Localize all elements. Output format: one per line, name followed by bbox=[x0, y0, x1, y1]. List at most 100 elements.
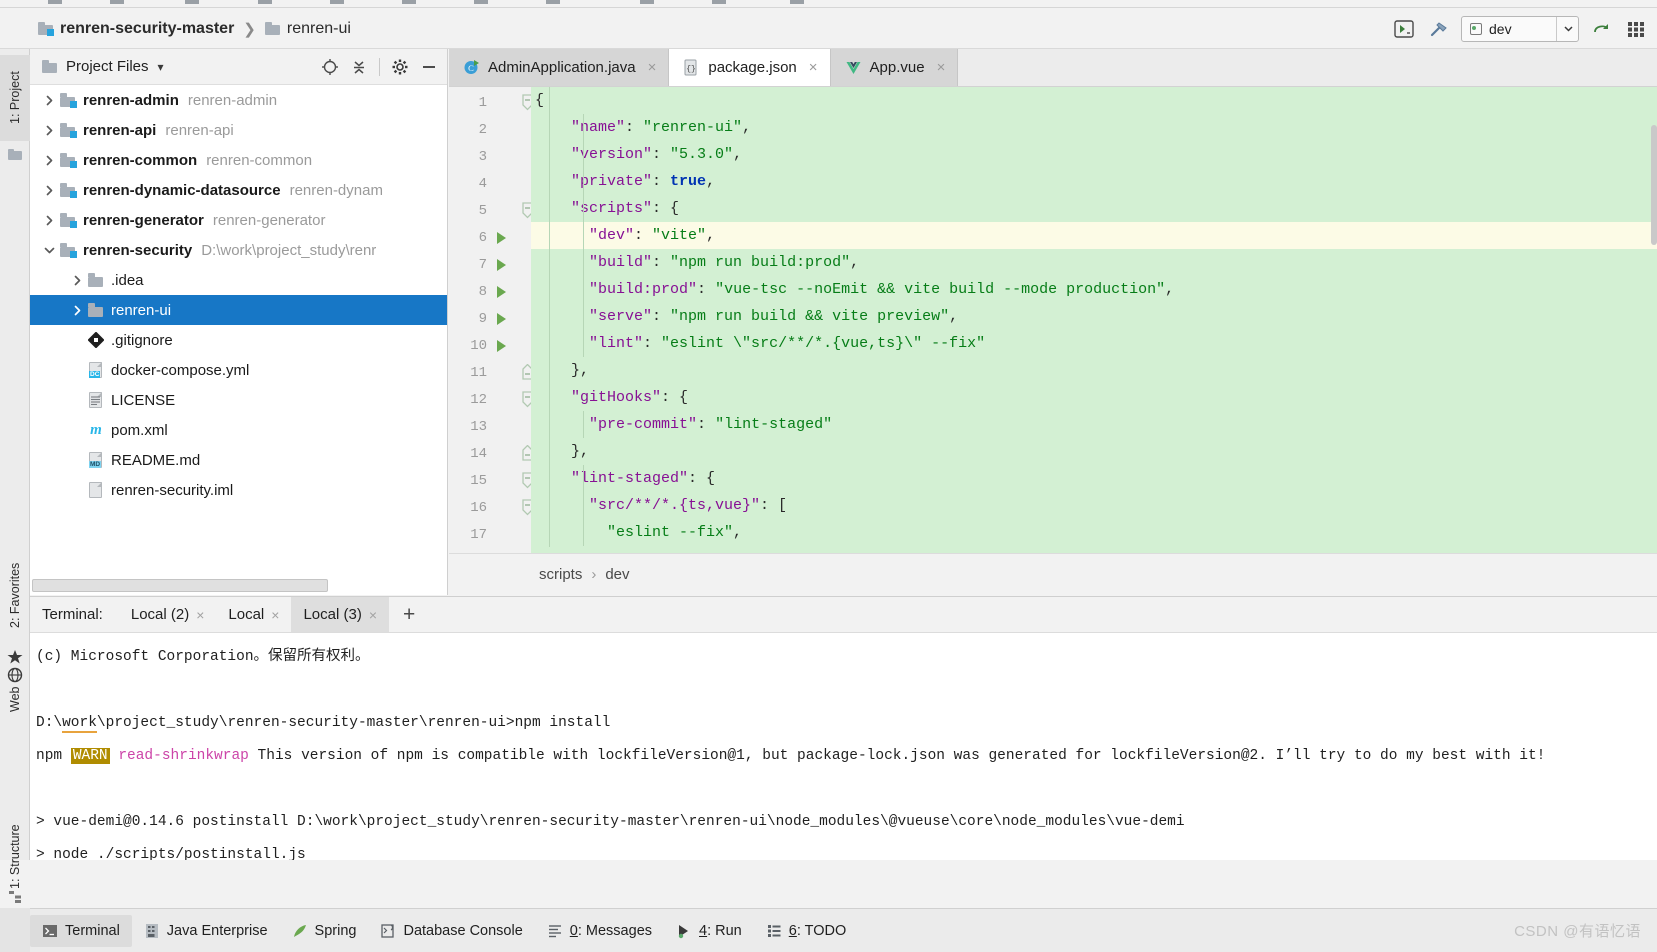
favorites-star-icon[interactable] bbox=[7, 649, 23, 665]
markdown-icon: MD bbox=[88, 452, 104, 468]
status-bar-left-stub bbox=[0, 908, 30, 952]
gutter-run-icon[interactable] bbox=[493, 338, 509, 354]
terminal-output[interactable]: (c) Microsoft Corporation。保留所有权利。 D:\work… bbox=[30, 633, 1657, 860]
code-token: , bbox=[733, 146, 743, 163]
tree-row[interactable]: renren-security.iml bbox=[30, 475, 447, 505]
terminal-scrollbar[interactable] bbox=[1649, 633, 1657, 860]
settings-grid-icon[interactable] bbox=[1623, 16, 1649, 42]
gutter-run-icon[interactable] bbox=[493, 257, 509, 273]
status-bar-item-java-enterprise[interactable]: Java Enterprise bbox=[132, 915, 280, 947]
terminal-tab-local-2-[interactable]: Local (2) × bbox=[119, 597, 217, 632]
gutter-run-icon[interactable] bbox=[493, 230, 509, 246]
tree-row[interactable]: DC docker-compose.yml bbox=[30, 355, 447, 385]
project-view-dropdown-icon[interactable]: ▾ bbox=[158, 60, 164, 74]
tree-row-label: docker-compose.yml bbox=[111, 361, 250, 379]
gutter-run-icon[interactable] bbox=[493, 284, 509, 300]
code-token: { bbox=[535, 92, 545, 109]
toolbar-cutoff-strip bbox=[0, 0, 1657, 8]
editor-breadcrumb-scripts[interactable]: scripts bbox=[539, 566, 582, 583]
folder-icon bbox=[88, 273, 104, 287]
project-tree-horizontal-scrollbar[interactable] bbox=[32, 579, 328, 592]
terminal-add-tab-button[interactable]: + bbox=[389, 597, 429, 632]
status-bar-item-6-todo[interactable]: 6: TODO bbox=[754, 915, 859, 947]
editor-tab-close-icon[interactable]: × bbox=[648, 59, 657, 76]
status-bar-item-spring[interactable]: Spring bbox=[280, 915, 369, 947]
gutter-line-number: 10 bbox=[470, 338, 487, 354]
terminal-tab-close-icon[interactable]: × bbox=[271, 607, 279, 623]
tree-row[interactable]: renren-common renren-common bbox=[30, 145, 447, 175]
settings-gear-icon[interactable] bbox=[388, 55, 412, 79]
editor-tab-close-icon[interactable]: × bbox=[937, 59, 946, 76]
code-line: "gitHooks": { bbox=[531, 384, 1657, 411]
select-opened-file-icon[interactable] bbox=[318, 55, 342, 79]
sidebar-item-favorites[interactable]: 2: Favorites bbox=[0, 539, 30, 651]
code-token: "5.3.0" bbox=[670, 146, 734, 163]
tree-twisty-collapsed[interactable] bbox=[66, 305, 88, 316]
tree-row[interactable]: .idea bbox=[30, 265, 447, 295]
build-hammer-icon[interactable] bbox=[1426, 16, 1452, 42]
tree-twisty-collapsed[interactable] bbox=[38, 125, 60, 136]
code-token: "npm run build && vite preview" bbox=[670, 308, 950, 325]
status-bar-item-database-console[interactable]: Database Console bbox=[368, 915, 534, 947]
status-bar-item-4-run[interactable]: 4: Run bbox=[664, 915, 754, 947]
run-configuration-selector[interactable]: dev bbox=[1461, 15, 1579, 42]
project-tree[interactable]: renren-admin renren-admin renren-api renren… bbox=[30, 85, 447, 573]
tree-twisty-collapsed[interactable] bbox=[38, 155, 60, 166]
code-line: }, bbox=[531, 357, 1657, 384]
structure-icon[interactable] bbox=[7, 889, 23, 905]
tree-row[interactable]: renren-dynamic-datasource renren-dynam bbox=[30, 175, 447, 205]
module-folder-icon bbox=[60, 243, 77, 258]
gutter-line-number: 1 bbox=[478, 95, 487, 111]
editor-tab-package-json[interactable]: {} package.json × bbox=[669, 49, 831, 86]
hide-panel-icon[interactable] bbox=[417, 55, 441, 79]
web-globe-icon[interactable] bbox=[7, 667, 23, 683]
terminal-tab-close-icon[interactable]: × bbox=[369, 607, 377, 623]
terminal-tab-close-icon[interactable]: × bbox=[196, 607, 204, 623]
redo-icon[interactable] bbox=[1588, 16, 1614, 42]
terminal-tab-label: Local bbox=[228, 606, 265, 623]
terminal-text: npm bbox=[36, 748, 71, 764]
tree-row[interactable]: renren-api renren-api bbox=[30, 115, 447, 145]
editor-code-lines[interactable]: { "name": "renren-ui", "version": "5.3.0… bbox=[531, 87, 1657, 553]
tree-row[interactable]: renren-ui bbox=[30, 295, 447, 325]
gutter-line-number: 8 bbox=[478, 284, 487, 300]
editor-tab-close-icon[interactable]: × bbox=[809, 59, 818, 76]
gutter-run-icon[interactable] bbox=[493, 311, 509, 327]
terminal-tab-local-3-[interactable]: Local (3) × bbox=[291, 597, 389, 632]
tree-twisty-collapsed[interactable] bbox=[66, 275, 88, 286]
code-token: : bbox=[652, 254, 671, 271]
tree-twisty-collapsed[interactable] bbox=[38, 215, 60, 226]
tree-row[interactable]: MD README.md bbox=[30, 445, 447, 475]
tree-row[interactable]: m pom.xml bbox=[30, 415, 447, 445]
breadcrumb-item-project[interactable]: renren-security-master bbox=[38, 20, 234, 38]
tree-row[interactable]: LICENSE bbox=[30, 385, 447, 415]
tree-twisty-collapsed[interactable] bbox=[38, 95, 60, 106]
code-editor[interactable]: 1 2 3 4 5 6 7 8 9 10 11 12 13 14 15 16 17 { "name": "ren… bbox=[449, 87, 1657, 553]
code-token: : bbox=[652, 146, 671, 163]
editor-tab-app-vue[interactable]: App.vue × bbox=[830, 49, 959, 86]
chevron-down-icon[interactable] bbox=[1556, 16, 1574, 41]
sidebar-item-project[interactable]: 1: Project bbox=[0, 55, 30, 141]
editor-vertical-scrollbar[interactable] bbox=[1651, 125, 1657, 245]
tree-twisty-expanded[interactable] bbox=[38, 245, 60, 256]
code-line: "name": "renren-ui", bbox=[531, 114, 1657, 141]
tree-row[interactable]: renren-generator renren-generator bbox=[30, 205, 447, 235]
editor-gutter[interactable]: 1 2 3 4 5 6 7 8 9 10 11 12 13 14 15 16 17 bbox=[449, 87, 533, 553]
breadcrumb-item-module[interactable]: renren-ui bbox=[264, 20, 351, 38]
terminal-tab-local[interactable]: Local × bbox=[216, 597, 291, 632]
status-bar-item-terminal[interactable]: Terminal bbox=[30, 914, 132, 947]
tree-twisty-collapsed[interactable] bbox=[38, 185, 60, 196]
iml-file-icon bbox=[88, 482, 104, 498]
collapse-all-icon[interactable] bbox=[347, 55, 371, 79]
tree-row[interactable]: .gitignore bbox=[30, 325, 447, 355]
svg-text:{}: {} bbox=[687, 65, 697, 74]
tree-row[interactable]: renren-security D:\work\project_study\ren… bbox=[30, 235, 447, 265]
editor-breadcrumb-dev[interactable]: dev bbox=[605, 566, 629, 583]
status-bar-item-0-messages[interactable]: 0: Messages bbox=[535, 915, 664, 947]
run-anything-icon[interactable] bbox=[1391, 16, 1417, 42]
tree-row[interactable]: renren-admin renren-admin bbox=[30, 85, 447, 115]
project-structure-icon[interactable] bbox=[7, 147, 23, 163]
code-token: , bbox=[850, 254, 860, 271]
editor-tab-adminapplication-java[interactable]: C AdminApplication.java × bbox=[449, 49, 670, 86]
